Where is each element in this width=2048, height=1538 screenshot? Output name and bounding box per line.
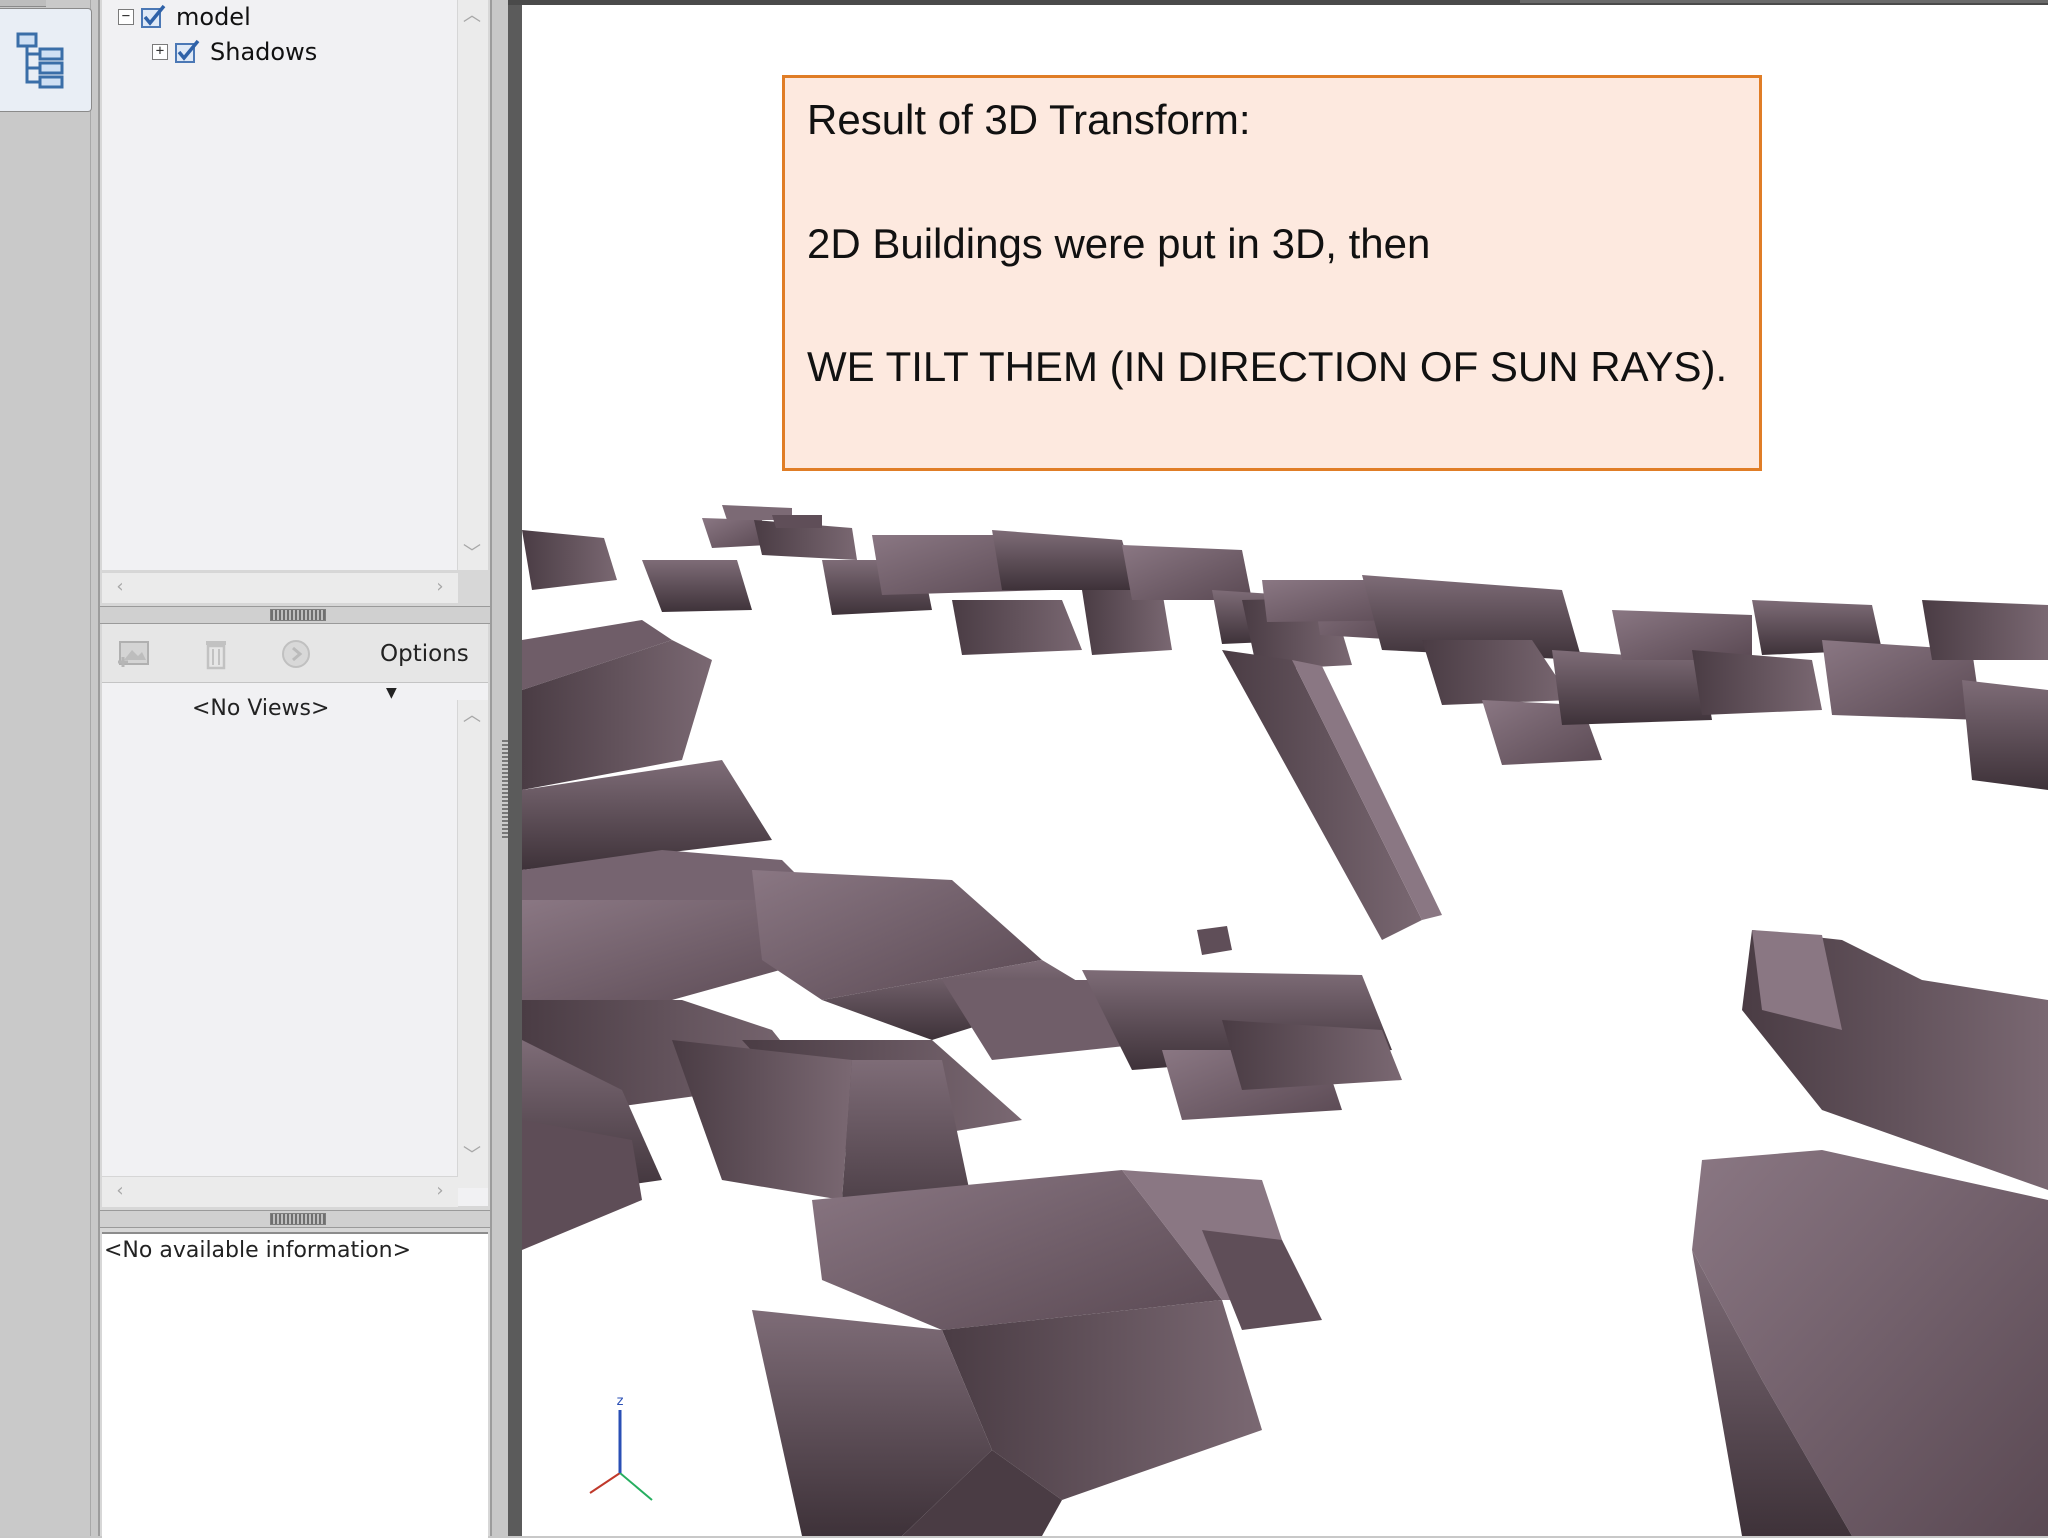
tree-item-model[interactable]: − model: [118, 2, 251, 32]
building-cluster-right: [1262, 575, 2048, 790]
checkbox-checked-icon[interactable]: [174, 39, 200, 65]
model-tree-pane: − model + Shadows ︿ ﹀ ‹ ›: [102, 0, 488, 603]
collapse-icon[interactable]: −: [118, 9, 134, 25]
scroll-right-icon[interactable]: ›: [426, 1177, 454, 1205]
splitter-grip[interactable]: [270, 1213, 326, 1225]
checkbox-checked-icon[interactable]: [140, 4, 166, 30]
expand-icon[interactable]: +: [152, 44, 168, 60]
horizontal-scrollbar[interactable]: ‹ ›: [102, 572, 458, 603]
splitter[interactable]: [100, 606, 490, 624]
views-pane: Options ▼ <No Views> ︿ ﹀ ‹ ›: [102, 624, 488, 1207]
info-pane: <No available information>: [102, 1232, 488, 1538]
scroll-left-icon[interactable]: ‹: [106, 573, 134, 601]
options-dropdown[interactable]: Options ▼: [374, 636, 488, 701]
trash-icon[interactable]: [198, 636, 234, 672]
no-views-label: <No Views>: [192, 696, 330, 721]
scroll-right-icon[interactable]: ›: [426, 573, 454, 601]
hidden-tab[interactable]: [0, 0, 46, 7]
tree-structure-icon: [16, 32, 64, 89]
building-slab-tilted: [1197, 650, 1442, 955]
options-label: Options: [380, 641, 469, 667]
scroll-left-icon[interactable]: ‹: [106, 1177, 134, 1205]
tool-strip: [0, 0, 91, 1536]
views-toolbar: Options ▼: [102, 624, 488, 701]
scroll-up-icon[interactable]: ︿: [458, 2, 486, 30]
vertical-scrollbar[interactable]: ︿ ﹀: [457, 0, 488, 570]
go-to-view-icon[interactable]: [278, 636, 314, 672]
new-view-icon[interactable]: [116, 636, 152, 672]
vertical-scrollbar[interactable]: ︿ ﹀: [457, 700, 488, 1188]
splitter[interactable]: [100, 1210, 490, 1228]
callout-title: Result of 3D Transform:: [807, 96, 1251, 143]
scroll-up-icon[interactable]: ︿: [458, 702, 486, 730]
axis-z-label: z: [617, 1394, 624, 1409]
building-cluster-right-foreground: [1692, 930, 2048, 1536]
no-info-label: <No available information>: [104, 1238, 412, 1263]
annotation-callout: Result of 3D Transform: 2D Buildings wer…: [782, 75, 1762, 471]
dropdown-arrow-icon: ▼: [386, 685, 397, 701]
axis-triad: z: [589, 1394, 653, 1501]
callout-line: 2D Buildings were put in 3D, then: [807, 219, 1431, 267]
panel-splitter-grip[interactable]: [502, 740, 508, 840]
scroll-down-icon[interactable]: ﹀: [458, 1142, 486, 1170]
horizontal-scrollbar[interactable]: ‹ ›: [102, 1176, 458, 1207]
tree-item-label: model: [176, 3, 251, 31]
callout-line: WE TILT THEM (IN DIRECTION OF SUN RAYS).: [807, 343, 1728, 391]
splitter-grip[interactable]: [270, 609, 326, 621]
tree-item-label: Shadows: [210, 38, 318, 66]
scroll-down-icon[interactable]: ﹀: [458, 540, 486, 568]
side-panel: − model + Shadows ︿ ﹀ ‹ › Options ▼ <No …: [98, 0, 492, 1538]
tab-model-tree[interactable]: [0, 8, 92, 112]
tree-item-shadows[interactable]: + Shadows: [152, 37, 317, 67]
